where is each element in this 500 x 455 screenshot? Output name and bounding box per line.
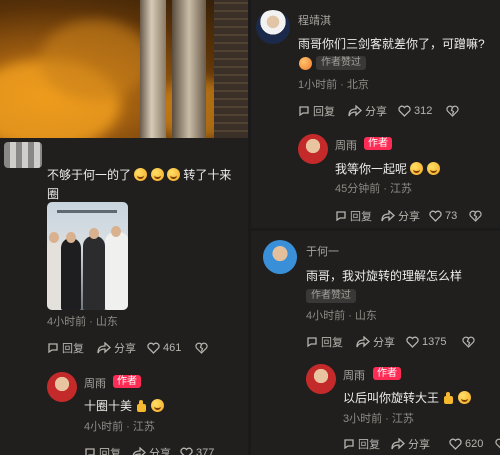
comment-username[interactable]: 程靖淇	[298, 12, 331, 28]
like-icon	[406, 336, 419, 348]
like-button[interactable]: 73	[429, 210, 469, 222]
comment-text: 不够于何一的了 转了十来	[47, 166, 231, 183]
comment-text: 雨哥你们三剑客就差你了，可蹭嘛?	[298, 37, 485, 51]
reply-text: 十圈十美	[84, 397, 164, 414]
like-button[interactable]: 1375	[406, 336, 462, 348]
right-bottom-comment-panel: 于何一 雨哥，我对旋转的理解怎么样 作者赞过 4小时前 · 山东 回复 分享 1…	[251, 231, 500, 455]
left-comment-panel: 不够于何一的了 转了十来 圈 4小时前 · 山东 回复 分享 461 周雨 作者…	[0, 0, 248, 455]
share-icon	[97, 342, 111, 354]
like-icon	[180, 447, 193, 455]
like-icon	[398, 105, 411, 117]
reply-button[interactable]: 回复	[343, 436, 391, 452]
dislike-icon	[195, 342, 208, 354]
dislike-button[interactable]	[195, 342, 208, 354]
reply-icon	[344, 439, 354, 450]
avatar[interactable]	[256, 10, 290, 44]
author-badge: 作者	[373, 367, 401, 380]
comment-meta: 4小时前 · 山东	[47, 316, 118, 328]
like-icon	[449, 438, 462, 450]
reply-icon	[307, 337, 317, 348]
share-button[interactable]: 分享	[391, 436, 449, 452]
reply-button[interactable]: 回复	[298, 103, 348, 119]
share-button[interactable]: 分享	[97, 340, 147, 356]
comment-text-part2: 转了十来	[183, 168, 232, 182]
reply-username[interactable]: 周雨	[335, 137, 357, 153]
comment-photo[interactable]	[47, 202, 128, 310]
avatar[interactable]	[263, 240, 297, 274]
dislike-button[interactable]	[469, 210, 482, 222]
share-icon	[356, 336, 370, 348]
reply-actions: 回复 分享 73	[335, 208, 482, 224]
laugh-emoji	[167, 168, 181, 181]
dislike-icon	[469, 210, 482, 222]
reply-avatar[interactable]	[306, 364, 336, 394]
dislike-icon	[495, 438, 500, 449]
share-icon	[348, 105, 362, 117]
share-icon	[381, 210, 395, 222]
share-icon	[132, 447, 146, 455]
reply-actions: 回复 分享 620	[343, 436, 500, 452]
comment-meta: 4小时前 · 山东	[306, 310, 377, 322]
comment-text: 雨哥，我对旋转的理解怎么样	[306, 269, 463, 283]
author-badge: 作者	[113, 375, 141, 388]
like-button[interactable]: 461	[147, 342, 195, 354]
reply-username[interactable]: 周雨	[84, 375, 106, 391]
thumbs-up-emoji	[442, 392, 454, 404]
laugh-emoji	[457, 391, 471, 404]
reply-button[interactable]: 回复	[335, 208, 381, 224]
reply-icon	[299, 106, 309, 117]
comment-meta: 1小时前 · 北京	[298, 79, 369, 91]
reply-meta: 4小时前 · 江苏	[84, 421, 155, 433]
rocket-launch-photo	[0, 0, 248, 138]
thumbs-up-emoji	[135, 400, 147, 412]
dislike-icon	[462, 336, 475, 348]
reply-text: 我等你一起呢	[335, 160, 440, 177]
laugh-emoji	[150, 168, 164, 181]
right-top-comment-panel: 程靖淇 雨哥你们三剑客就差你了，可蹭嘛? 作者赞过 1小时前 · 北京 回复 分…	[251, 0, 500, 228]
share-button[interactable]: 分享	[348, 103, 398, 119]
reply-actions: 回复 分享 377	[84, 445, 226, 455]
like-button[interactable]: 312	[398, 105, 446, 117]
comment-actions: 回复 分享 312	[298, 103, 459, 119]
share-button[interactable]: 分享	[132, 445, 180, 455]
dislike-button[interactable]	[495, 438, 500, 450]
comment-actions: 回复 分享 461	[47, 340, 208, 356]
avatar[interactable]	[4, 142, 42, 168]
reply-icon	[336, 211, 346, 222]
liked-by-author-badge: 作者赞过	[306, 289, 356, 303]
reply-button[interactable]: 回复	[47, 340, 97, 356]
reply-meta: 3小时前 · 江苏	[343, 413, 414, 425]
comment-username[interactable]: 于何一	[306, 243, 339, 259]
like-icon	[429, 210, 442, 222]
share-button[interactable]: 分享	[381, 208, 429, 224]
author-badge: 作者	[364, 137, 392, 150]
comment-actions: 回复 分享 1375	[306, 334, 475, 350]
reply-button[interactable]: 回复	[306, 334, 356, 350]
reply-text: 以后叫你旋转大王	[343, 389, 471, 406]
laugh-emoji	[134, 168, 148, 181]
smirk-emoji	[426, 162, 440, 175]
smirk-emoji	[410, 162, 424, 175]
like-button[interactable]: 620	[449, 438, 495, 450]
reply-username[interactable]: 周雨	[343, 367, 365, 383]
reply-icon	[48, 343, 58, 354]
reply-button[interactable]: 回复	[84, 445, 132, 455]
like-icon	[147, 342, 160, 354]
dislike-button[interactable]	[462, 336, 475, 348]
like-button[interactable]: 377	[180, 447, 226, 455]
blush-emoji	[299, 57, 312, 70]
reply-meta: 45分钟前 · 江苏	[335, 183, 413, 195]
comment-text-part1: 不够于何一的了	[47, 168, 132, 182]
laugh-emoji	[150, 399, 164, 412]
reply-avatar[interactable]	[47, 372, 77, 402]
reply-avatar[interactable]	[298, 134, 328, 164]
reply-icon	[85, 448, 95, 455]
comment-text-line2: 圈	[47, 187, 60, 201]
liked-by-author-badge: 作者赞过	[316, 56, 366, 70]
dislike-icon	[446, 105, 459, 117]
share-button[interactable]: 分享	[356, 334, 406, 350]
dislike-button[interactable]	[446, 105, 459, 117]
share-icon	[391, 438, 405, 450]
